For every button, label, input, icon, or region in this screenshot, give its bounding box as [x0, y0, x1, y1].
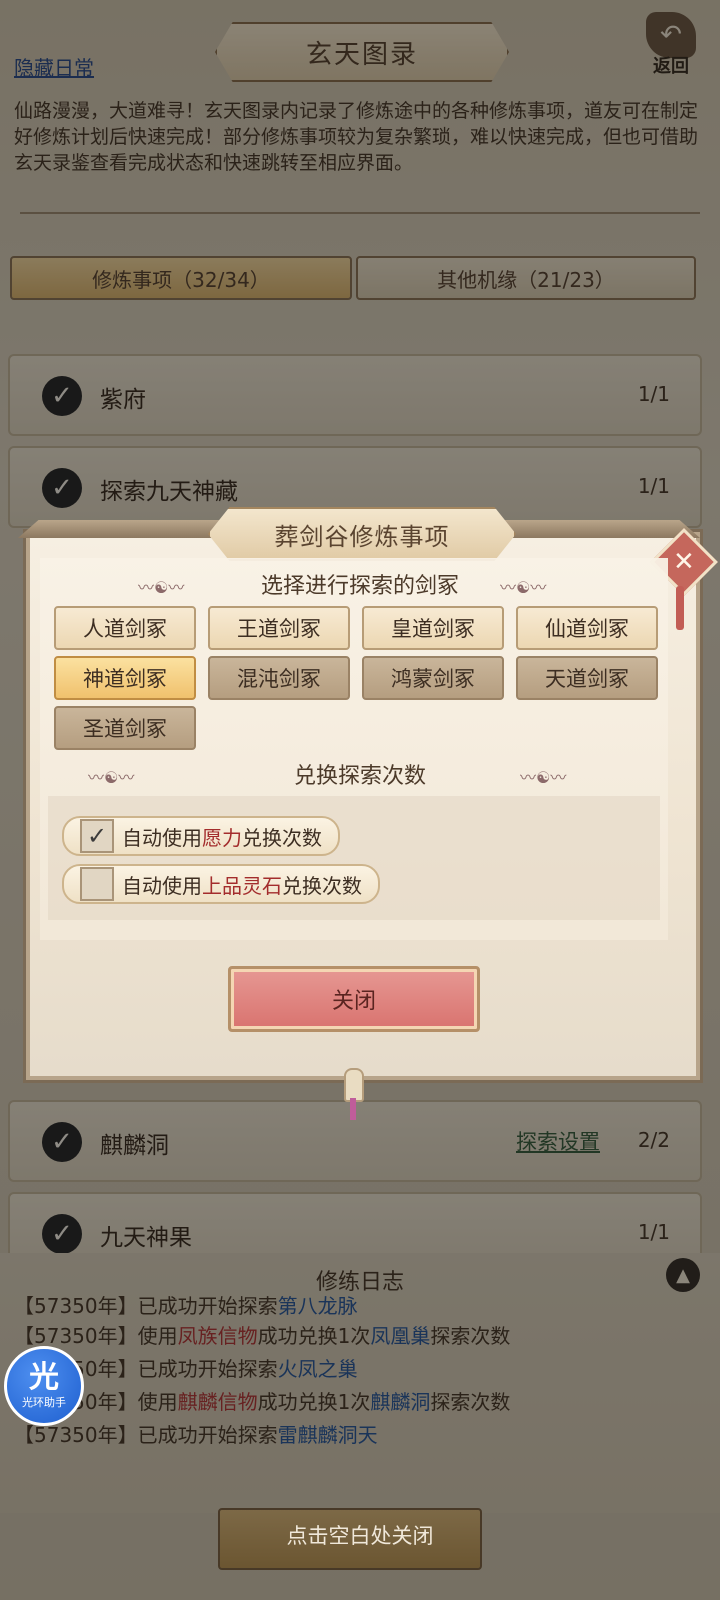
- option-prefix: 自动使用: [122, 873, 202, 898]
- sword-tomb-xian[interactable]: 仙道剑冢: [516, 606, 658, 650]
- checkbox-checked-icon[interactable]: ✓: [80, 819, 114, 853]
- exchange-title: 兑换探索次数: [293, 764, 426, 789]
- bell-tassel: [350, 1098, 356, 1120]
- helper-glyph: 光: [29, 1360, 59, 1395]
- option-highlight: 愿力: [202, 825, 242, 850]
- close-button[interactable]: 关闭: [228, 966, 480, 1032]
- checkbox-unchecked-icon[interactable]: [80, 867, 114, 901]
- option-text: 自动使用愿力兑换次数: [122, 822, 322, 851]
- select-tomb-title: 选择进行探索的剑冢: [260, 574, 459, 599]
- ornament-right-icon: 〰☯〰: [520, 768, 567, 787]
- bell-decoration-icon: [344, 1068, 364, 1102]
- modal-title: 葬剑谷修炼事项: [208, 507, 516, 561]
- sword-tomb-shen[interactable]: 神道剑冢: [54, 656, 196, 700]
- sword-tomb-huang[interactable]: 皇道剑冢: [362, 606, 504, 650]
- sword-tomb-hundun[interactable]: 混沌剑冢: [208, 656, 350, 700]
- option-highlight: 上品灵石: [202, 873, 282, 898]
- sword-tomb-sheng[interactable]: 圣道剑冢: [54, 706, 196, 750]
- option-auto-use-willpower[interactable]: ✓ 自动使用愿力兑换次数: [62, 816, 340, 856]
- option-auto-use-spirit-stone[interactable]: 自动使用上品灵石兑换次数: [62, 864, 380, 904]
- sword-tomb-hongmeng[interactable]: 鸿蒙剑冢: [362, 656, 504, 700]
- sword-tomb-wang[interactable]: 王道剑冢: [208, 606, 350, 650]
- helper-floating-button[interactable]: 光 光环助手: [4, 1346, 84, 1426]
- tap-blank-to-close-hint: 点击空白处关闭: [286, 1524, 434, 1548]
- ornament-right-icon: 〰☯〰: [500, 578, 547, 597]
- option-text: 自动使用上品灵石兑换次数: [122, 870, 362, 899]
- option-suffix: 兑换次数: [242, 825, 322, 850]
- sword-tomb-tian[interactable]: 天道剑冢: [516, 656, 658, 700]
- option-suffix: 兑换次数: [282, 873, 362, 898]
- sword-tomb-ren[interactable]: 人道剑冢: [54, 606, 196, 650]
- helper-label: 光环助手: [22, 1396, 66, 1409]
- option-prefix: 自动使用: [122, 825, 202, 850]
